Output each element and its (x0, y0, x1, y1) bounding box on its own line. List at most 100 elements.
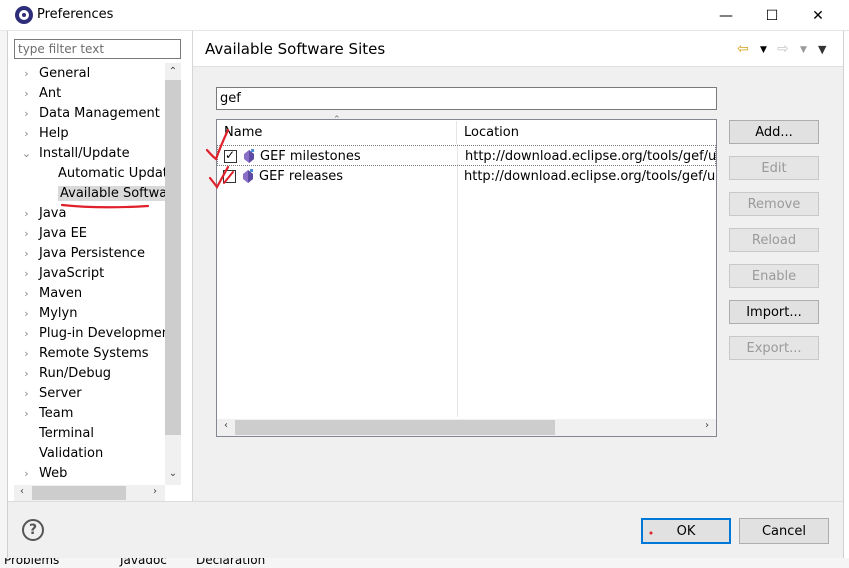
sidebar-item[interactable]: Automatic Update (14, 163, 176, 183)
back-arrow-icon[interactable]: ⇦ (737, 41, 749, 57)
sidebar-item[interactable]: ⌄ Install/Update (14, 143, 164, 163)
table-horizontal-scroll-thumb[interactable] (235, 420, 555, 435)
chevron-right-icon[interactable]: › (14, 347, 39, 360)
chevron-right-icon[interactable]: › (14, 307, 39, 320)
add-button[interactable]: Add... (729, 120, 819, 144)
page-title: Available Software Sites (205, 40, 386, 58)
tab-declaration[interactable]: Declaration (196, 558, 265, 567)
chevron-right-icon[interactable]: › (14, 247, 39, 260)
preferences-tree: › General › Ant › Data Management › Help ⌄ Instal… (14, 63, 181, 486)
sidebar-item[interactable]: › Web (14, 463, 164, 483)
sidebar-item[interactable]: › JavaScript (14, 263, 164, 283)
table-row[interactable]: GEF releases http://download.eclipse.org… (217, 166, 716, 187)
minimize-button[interactable]: — (703, 0, 749, 31)
back-menu-chevron-down-icon[interactable]: ▼ (760, 45, 767, 55)
tab-problems[interactable]: Problems (4, 558, 59, 567)
chevron-right-icon[interactable]: › (14, 327, 39, 340)
sidebar-item[interactable]: ›Validation (14, 443, 164, 463)
eclipse-icon (15, 6, 33, 24)
sidebar-item[interactable]: › Remote Systems (14, 343, 164, 363)
background-window-left-edge (0, 31, 8, 558)
forward-menu-chevron-down-icon[interactable]: ▼ (800, 45, 807, 55)
chevron-right-icon[interactable]: › (14, 407, 39, 420)
column-header-location[interactable]: Location (458, 121, 716, 144)
reload-button[interactable]: Reload (729, 228, 819, 252)
sidebar-item-label: Server (39, 385, 82, 401)
chevron-right-icon[interactable]: › (14, 87, 39, 100)
sidebar-item[interactable]: › Help (14, 123, 164, 143)
view-menu-icon[interactable]: ▼ (818, 43, 826, 56)
maximize-button[interactable]: ☐ (749, 0, 795, 31)
chevron-right-icon[interactable]: › (14, 387, 39, 400)
help-icon[interactable]: ? (22, 519, 44, 541)
sidebar-item[interactable]: › Maven (14, 283, 164, 303)
ok-button[interactable]: OK (641, 518, 731, 544)
update-site-icon (244, 149, 254, 163)
table-row[interactable]: GEF milestones http://download.eclipse.o… (217, 145, 717, 166)
site-location: http://download.eclipse.org/tools/gef/up… (465, 149, 717, 164)
scroll-down-icon[interactable]: ⌄ (165, 468, 181, 479)
chevron-right-icon[interactable]: › (14, 67, 39, 80)
sidebar-item-label: Run/Debug (39, 365, 112, 381)
enable-button[interactable]: Enable (729, 264, 819, 288)
sidebar-item-label: Ant (39, 85, 62, 101)
sidebar-item[interactable]: › General (14, 63, 164, 83)
column-header-name[interactable]: Name ⌃ (217, 115, 457, 144)
site-enabled-checkbox[interactable] (224, 148, 237, 163)
sidebar-item[interactable]: Available Software (14, 183, 181, 203)
sidebar-item[interactable]: ›Terminal (14, 423, 164, 443)
column-name-label: Name (224, 125, 263, 140)
sidebar-item[interactable]: › Java (14, 203, 164, 223)
tab-javadoc[interactable]: Javadoc (120, 558, 167, 567)
background-window-right-edge (843, 31, 849, 568)
chevron-right-icon[interactable]: › (14, 227, 39, 240)
chevron-right-icon[interactable]: › (14, 107, 39, 120)
chevron-right-icon[interactable]: › (14, 207, 39, 220)
sidebar-item[interactable]: › Data Management (14, 103, 164, 123)
import-button[interactable]: Import... (729, 300, 819, 324)
chevron-right-icon[interactable]: › (14, 367, 39, 380)
sidebar-item-label: Install/Update (39, 145, 130, 161)
edit-button[interactable]: Edit (729, 156, 819, 180)
tree-vertical-scroll-thumb[interactable] (165, 80, 181, 435)
cancel-button[interactable]: Cancel (739, 518, 829, 544)
remove-button[interactable]: Remove (729, 192, 819, 216)
sidebar-item-label: Plug-in Development (39, 325, 176, 341)
sidebar-item[interactable]: › Java Persistence (14, 243, 164, 263)
chevron-right-icon[interactable]: › (14, 467, 39, 480)
sidebar-item-label: Mylyn (39, 305, 78, 321)
sidebar-item-label: Team (39, 405, 74, 421)
scroll-up-icon[interactable]: ⌃ (165, 66, 181, 77)
sidebar-item[interactable]: › Java EE (14, 223, 164, 243)
chevron-right-icon[interactable]: › (14, 127, 39, 140)
sidebar-item-label: Automatic Update (58, 165, 176, 181)
sidebar-item-label: JavaScript (39, 265, 105, 281)
table-scroll-right-icon[interactable]: › (701, 420, 713, 431)
close-button[interactable]: ✕ (795, 0, 841, 31)
sidebar-item-label: Available Software (58, 185, 181, 201)
export-button[interactable]: Export... (729, 336, 819, 360)
window-title: Preferences (37, 7, 114, 22)
site-filter-input[interactable] (216, 87, 717, 110)
scroll-left-icon[interactable]: ‹ (16, 486, 28, 497)
sidebar-item[interactable]: › Plug-in Development (14, 323, 175, 343)
sidebar-item-label: General (39, 65, 91, 81)
filter-input[interactable] (14, 39, 181, 59)
sidebar-item-label: Remote Systems (39, 345, 149, 361)
table-scroll-left-icon[interactable]: ‹ (220, 420, 232, 431)
column-location-label: Location (464, 125, 519, 140)
sidebar-item-label: Data Management (39, 105, 160, 121)
scroll-right-icon[interactable]: › (149, 486, 161, 497)
sidebar-item[interactable]: › Ant (14, 83, 164, 103)
site-enabled-checkbox[interactable] (223, 170, 236, 183)
sidebar-item[interactable]: › Run/Debug (14, 363, 164, 383)
sidebar-item[interactable]: › Mylyn (14, 303, 164, 323)
forward-arrow-icon[interactable]: ⇨ (777, 41, 789, 57)
chevron-down-icon[interactable]: ⌄ (14, 147, 39, 160)
sidebar-item[interactable]: › Team (14, 403, 164, 423)
chevron-right-icon[interactable]: › (14, 267, 39, 280)
sidebar-item[interactable]: › Server (14, 383, 164, 403)
chevron-right-icon[interactable]: › (14, 287, 39, 300)
tree-horizontal-scroll-thumb[interactable] (32, 486, 126, 500)
sort-ascending-icon: ⌃ (333, 115, 341, 125)
